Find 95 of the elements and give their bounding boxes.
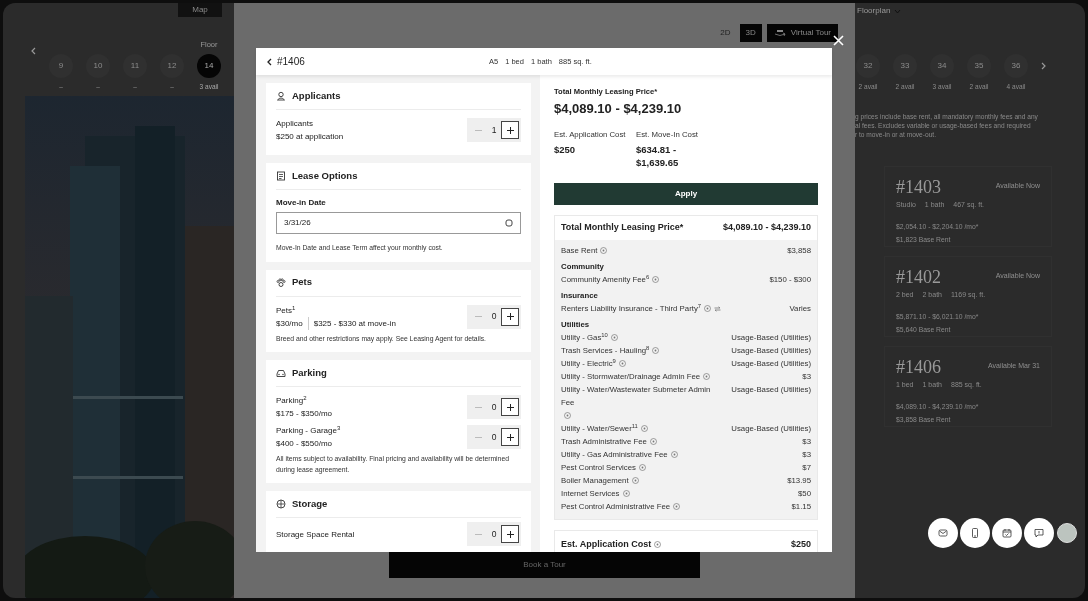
chat-icon xyxy=(1034,528,1044,538)
section-title: Lease Options xyxy=(292,168,358,183)
item-name: Pets$^{1}$ xyxy=(276,303,297,317)
info-icon xyxy=(652,346,660,354)
close-button[interactable] xyxy=(833,33,844,47)
floor-button[interactable]: 12 xyxy=(160,53,184,78)
info-icon xyxy=(654,540,662,548)
quantity-value: 1 xyxy=(490,123,498,137)
minus-icon xyxy=(474,406,482,408)
info-icon xyxy=(670,450,678,458)
floor-button[interactable]: 35 xyxy=(967,54,991,78)
item-name: Parking - Garage$^{3}$ xyxy=(276,424,341,437)
quantity-value: 0 xyxy=(490,310,498,323)
plus-icon xyxy=(506,403,514,411)
chevron-down-icon xyxy=(894,8,902,14)
plus-button[interactable] xyxy=(501,307,519,326)
cost-value: $250 xyxy=(790,537,811,551)
unit-number: #1406 xyxy=(896,357,941,377)
date-field[interactable]: 3/31/26 xyxy=(276,212,521,234)
chevron-right-icon xyxy=(1041,62,1046,70)
item-name: Parking$^{2}$ xyxy=(276,394,308,407)
floor-button[interactable]: 14 xyxy=(197,53,221,78)
paw-icon xyxy=(276,277,286,288)
contact-button[interactable] xyxy=(960,518,990,548)
item-price: $400 - $550/mo xyxy=(276,438,333,450)
minus-icon xyxy=(474,436,482,438)
section-title: Pets xyxy=(292,275,313,290)
plus-button[interactable] xyxy=(501,398,519,416)
info-icon xyxy=(704,304,712,312)
unit-number: #1403 xyxy=(896,177,941,197)
minus-icon xyxy=(474,316,482,317)
field-label: Move-in Date xyxy=(276,197,327,209)
floor-button[interactable]: 9 xyxy=(49,53,73,78)
quantity-value: 0 xyxy=(490,527,498,541)
item-price: $30/mo xyxy=(276,317,303,330)
section-title: Applicants xyxy=(292,88,341,103)
view-tab[interactable]: 2D xyxy=(714,24,737,42)
plus-button[interactable] xyxy=(501,525,519,543)
breakdown-title: Total Monthly Leasing Price* xyxy=(561,220,684,234)
plus-icon xyxy=(506,530,514,538)
floor-button[interactable]: 36 xyxy=(1004,54,1028,78)
unit-number: #1402 xyxy=(896,267,941,287)
info-icon xyxy=(564,411,571,419)
floorplan-dropdown[interactable]: Floorplan xyxy=(857,5,1085,17)
person-icon xyxy=(276,91,286,101)
plus-icon xyxy=(506,313,514,320)
section-title: Storage xyxy=(292,496,328,511)
rotate-icon xyxy=(773,29,786,37)
minus-icon xyxy=(474,129,482,131)
plus-icon xyxy=(506,433,514,441)
item-price: $250 at application xyxy=(276,131,344,143)
contact-button[interactable] xyxy=(928,518,958,548)
info-icon xyxy=(673,502,681,510)
car-icon xyxy=(276,368,286,378)
mail-icon xyxy=(938,528,948,538)
chevron-left-icon xyxy=(31,46,36,55)
floor-button[interactable]: 11 xyxy=(123,53,147,78)
quantity-value: 0 xyxy=(490,430,498,444)
info-icon xyxy=(618,359,626,367)
contact-button[interactable] xyxy=(992,518,1022,548)
info-icon xyxy=(610,333,618,341)
floor-button[interactable]: 33 xyxy=(893,54,917,78)
virtual-tour-button[interactable]: Virtual Tour xyxy=(766,24,838,42)
cost-label: Est. Application Cost xyxy=(561,538,652,549)
plus-icon xyxy=(506,126,514,134)
breakdown-total: $4,089.10 - $4,239.10 xyxy=(722,220,811,234)
chevron-left-icon xyxy=(267,57,272,66)
cost-value: $634.81 - $1,639.65 xyxy=(636,142,680,169)
quantity-value: 0 xyxy=(490,400,498,414)
item-name: Applicants xyxy=(276,118,314,130)
floor-button[interactable]: 32 xyxy=(856,54,880,78)
phone-icon xyxy=(970,528,980,538)
item-price: $175 - $350/mo xyxy=(276,408,333,420)
book-tour-button[interactable]: Book a Tour xyxy=(389,552,700,578)
item-price: $325 - $330 at move-in xyxy=(313,317,396,330)
map-button[interactable]: Map xyxy=(178,3,222,17)
apply-button[interactable]: Apply xyxy=(554,182,818,205)
plus-button[interactable] xyxy=(501,428,519,446)
minus-icon xyxy=(474,533,482,535)
cost-value: $250 xyxy=(554,142,577,156)
scroll-top-button[interactable] xyxy=(1057,523,1077,543)
info-icon xyxy=(600,246,608,254)
floor-button[interactable]: 34 xyxy=(930,54,954,78)
contact-button[interactable] xyxy=(1024,518,1054,548)
plus-button[interactable] xyxy=(501,121,519,139)
close-icon xyxy=(833,35,844,46)
view-tab[interactable]: 3D xyxy=(739,24,762,42)
info-icon xyxy=(652,275,660,283)
section-title: Parking xyxy=(292,365,327,380)
info-icon xyxy=(703,372,711,380)
summary-price: $4,089.10 - $4,239.10 xyxy=(554,100,683,119)
document-icon xyxy=(276,171,286,181)
back-button[interactable]: #1406 xyxy=(267,54,467,69)
item-name: Storage Space Rental xyxy=(276,528,355,541)
floor-button[interactable]: 10 xyxy=(86,53,110,78)
